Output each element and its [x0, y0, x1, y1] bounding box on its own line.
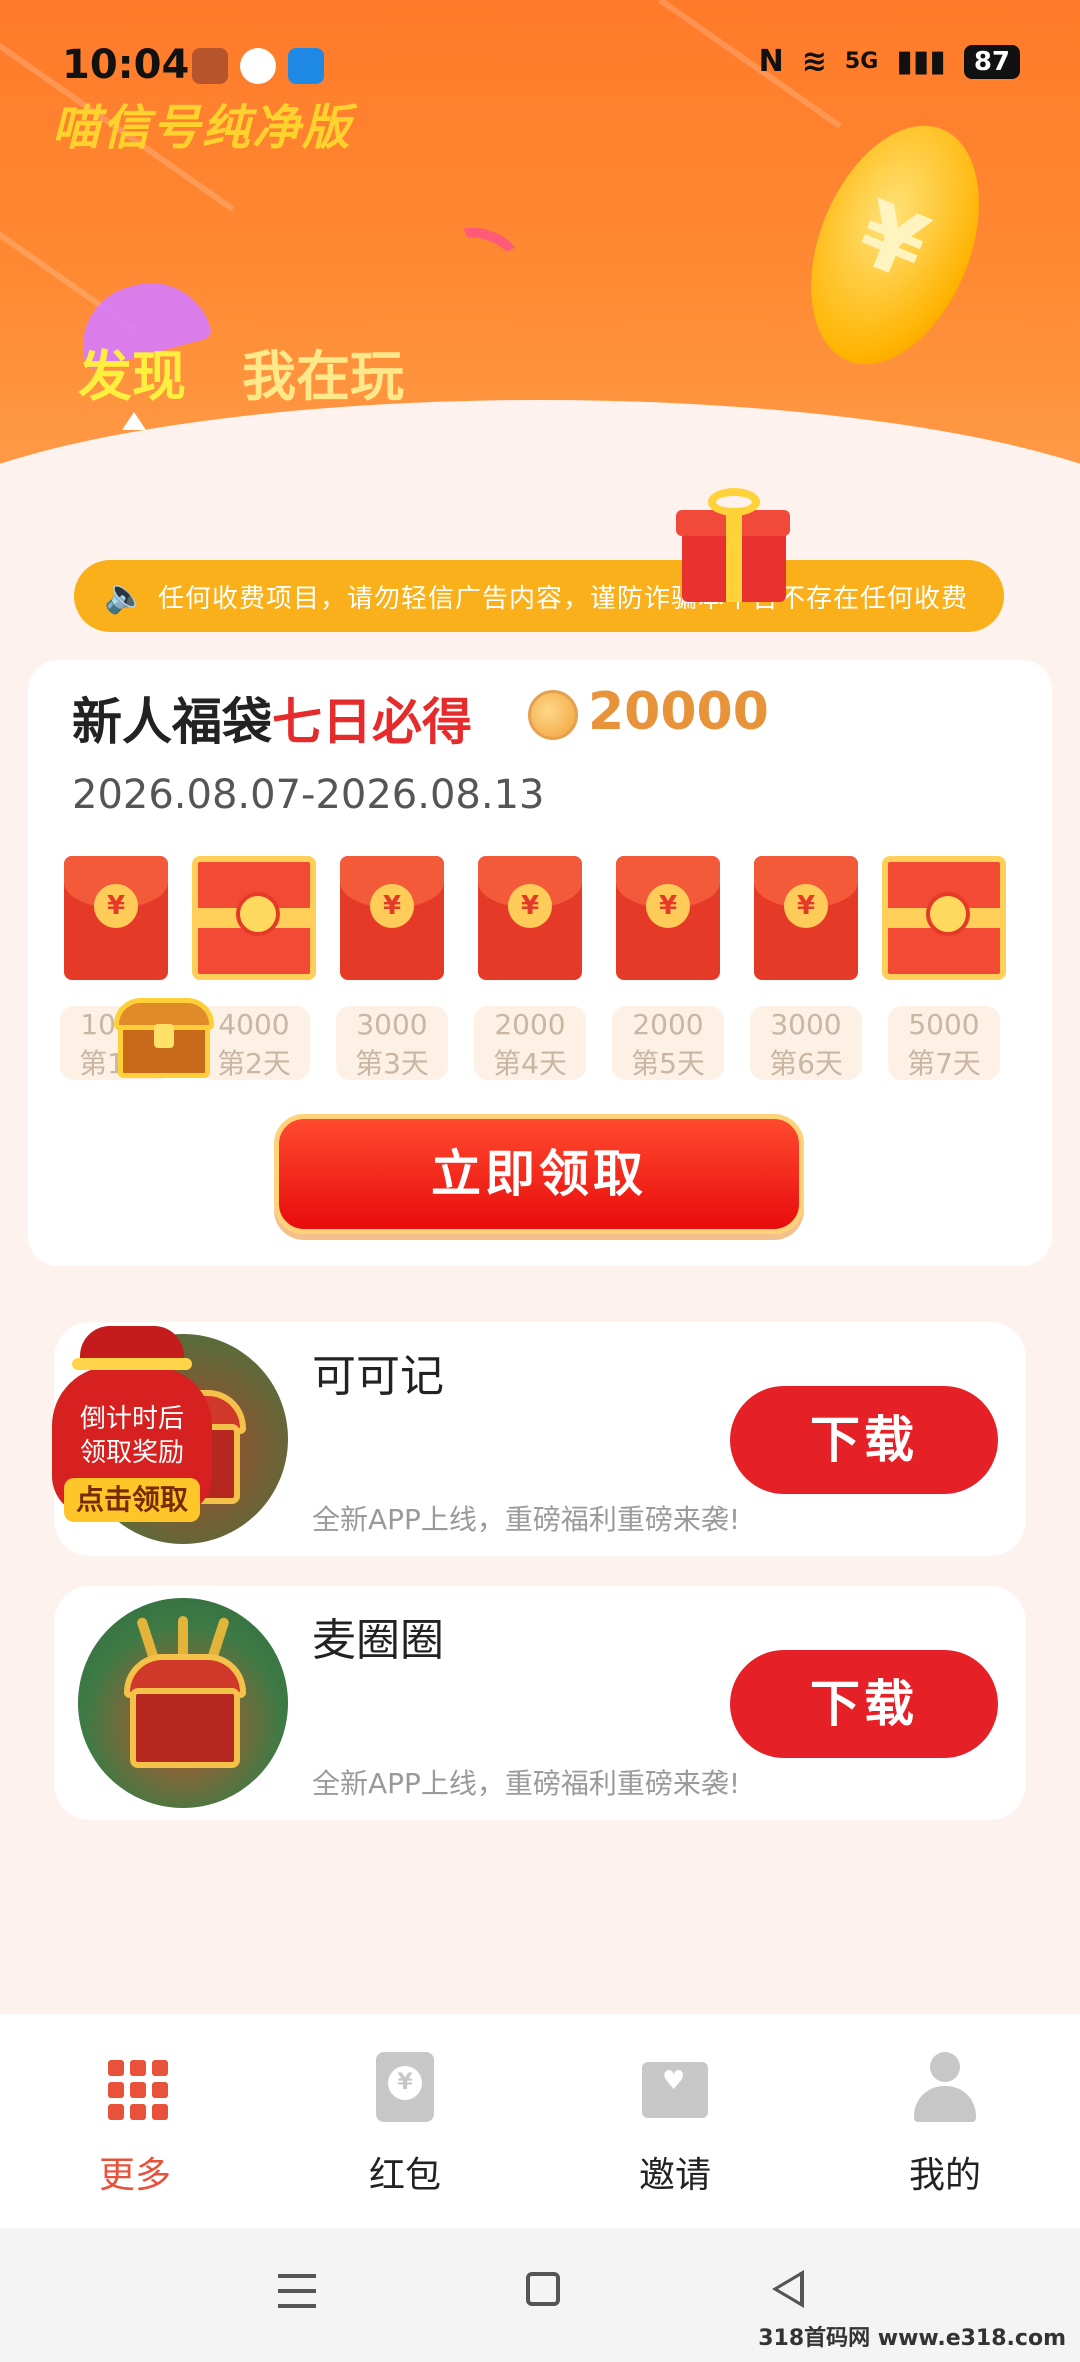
- qq-notification-icon: [240, 48, 276, 84]
- gift-box-icon[interactable]: [676, 488, 790, 602]
- gift-envelope-icon: [192, 856, 316, 980]
- app-description: 全新APP上线，重磅福利重磅来袭!: [312, 1503, 741, 1536]
- countdown-reward-badge[interactable]: 倒计时后 领取奖励 点击领取: [52, 1326, 212, 1526]
- download-button[interactable]: 下载: [730, 1386, 998, 1494]
- app-logo: [78, 1598, 288, 1808]
- coin-icon: [528, 690, 578, 740]
- red-envelope-icon: ¥: [478, 856, 582, 980]
- bonus-amount: 20000: [588, 682, 769, 742]
- red-envelope-icon: ¥: [370, 2052, 440, 2122]
- recent-apps-icon[interactable]: [278, 2274, 316, 2319]
- nav-item-profile[interactable]: 我的: [810, 2014, 1080, 2228]
- red-envelope-icon: ¥: [616, 856, 720, 980]
- new-user-bonus-card: 新人福袋七日必得 20000 2026.08.07-2026.08.13 ¥ 1…: [28, 660, 1052, 1266]
- app-watermark: 喵信号纯净版: [52, 100, 353, 156]
- nav-item-invite[interactable]: ♥ 邀请: [540, 2014, 810, 2228]
- click-to-claim-button[interactable]: 点击领取: [64, 1478, 200, 1522]
- red-envelope-icon: ¥: [64, 856, 168, 980]
- red-envelope-icon: ¥: [754, 856, 858, 980]
- gift-envelope-icon: [882, 856, 1006, 980]
- grid-icon: [100, 2052, 170, 2122]
- nav-item-red-envelope[interactable]: ¥ 红包: [270, 2014, 540, 2228]
- system-nav-bar: 318首码网 www.e318.com: [0, 2228, 1080, 2362]
- signal-icon: ▮▮▮: [896, 44, 946, 79]
- gold-coin-decoration: ¥: [778, 101, 1012, 389]
- nav-label: 邀请: [638, 2155, 711, 2196]
- site-watermark: 318首码网 www.e318.com: [758, 2326, 1066, 2351]
- day-reward: ¥ 2000 第5天: [612, 856, 724, 1080]
- tab-indicator: [122, 412, 146, 430]
- invite-icon: ♥: [640, 2052, 710, 2122]
- bottom-nav: 更多 ¥ 红包 ♥ 邀请 我的: [0, 2014, 1080, 2228]
- red-envelope-icon: ¥: [340, 856, 444, 980]
- profile-icon: [910, 2052, 980, 2122]
- wifi-icon: ≋: [801, 44, 827, 79]
- bonus-title: 新人福袋七日必得: [72, 693, 472, 751]
- home-icon[interactable]: [526, 2272, 560, 2306]
- download-button[interactable]: 下载: [730, 1650, 998, 1758]
- nav-item-more[interactable]: 更多: [0, 2014, 270, 2228]
- app-name: 可可记: [312, 1351, 444, 1402]
- status-time: 10:04: [62, 42, 190, 88]
- tab-playing[interactable]: 我在玩: [242, 332, 404, 411]
- app-description: 全新APP上线，重磅福利重磅来袭!: [312, 1767, 741, 1800]
- nav-label: 红包: [368, 2155, 441, 2196]
- day-reward: ¥ 3000 第6天: [750, 856, 862, 1080]
- speaker-icon: 🔈: [104, 576, 147, 616]
- day-reward: ¥ 3000 第3天: [336, 856, 448, 1080]
- treasure-chest-icon: [114, 990, 214, 1080]
- claim-now-button[interactable]: 立即领取: [274, 1114, 804, 1234]
- day-reward: 5000 第7天: [882, 856, 1006, 1080]
- nfc-icon: N: [758, 44, 784, 79]
- day-reward: ¥ 2000 第4天: [474, 856, 586, 1080]
- game-app-notification-icon: [192, 48, 228, 84]
- battery-level: 87: [963, 44, 1020, 79]
- day-reward: 4000 第2天: [192, 856, 316, 1080]
- tab-discover[interactable]: 发现: [78, 332, 186, 411]
- app-item-maiquanquan[interactable]: 麦圈圈 全新APP上线，重磅福利重磅来袭! 下载: [54, 1586, 1026, 1820]
- fan-app-notification-icon: [288, 48, 324, 84]
- network-type: 5G: [844, 49, 879, 74]
- bonus-date-range: 2026.08.07-2026.08.13: [72, 772, 545, 818]
- notice-marquee: 🔈 任何收费项目，请勿轻信广告内容，谨防诈骗本平台不存在任何收费: [74, 560, 1004, 632]
- top-tabs: 发现 我在玩: [78, 332, 404, 411]
- notice-text: 任何收费项目，请勿轻信广告内容，谨防诈骗本平台不存在任何收费: [158, 583, 969, 614]
- ribbon-decoration: [445, 219, 525, 281]
- app-name: 麦圈圈: [312, 1615, 444, 1666]
- nav-label: 更多: [98, 2155, 171, 2196]
- nav-label: 我的: [908, 2155, 981, 2196]
